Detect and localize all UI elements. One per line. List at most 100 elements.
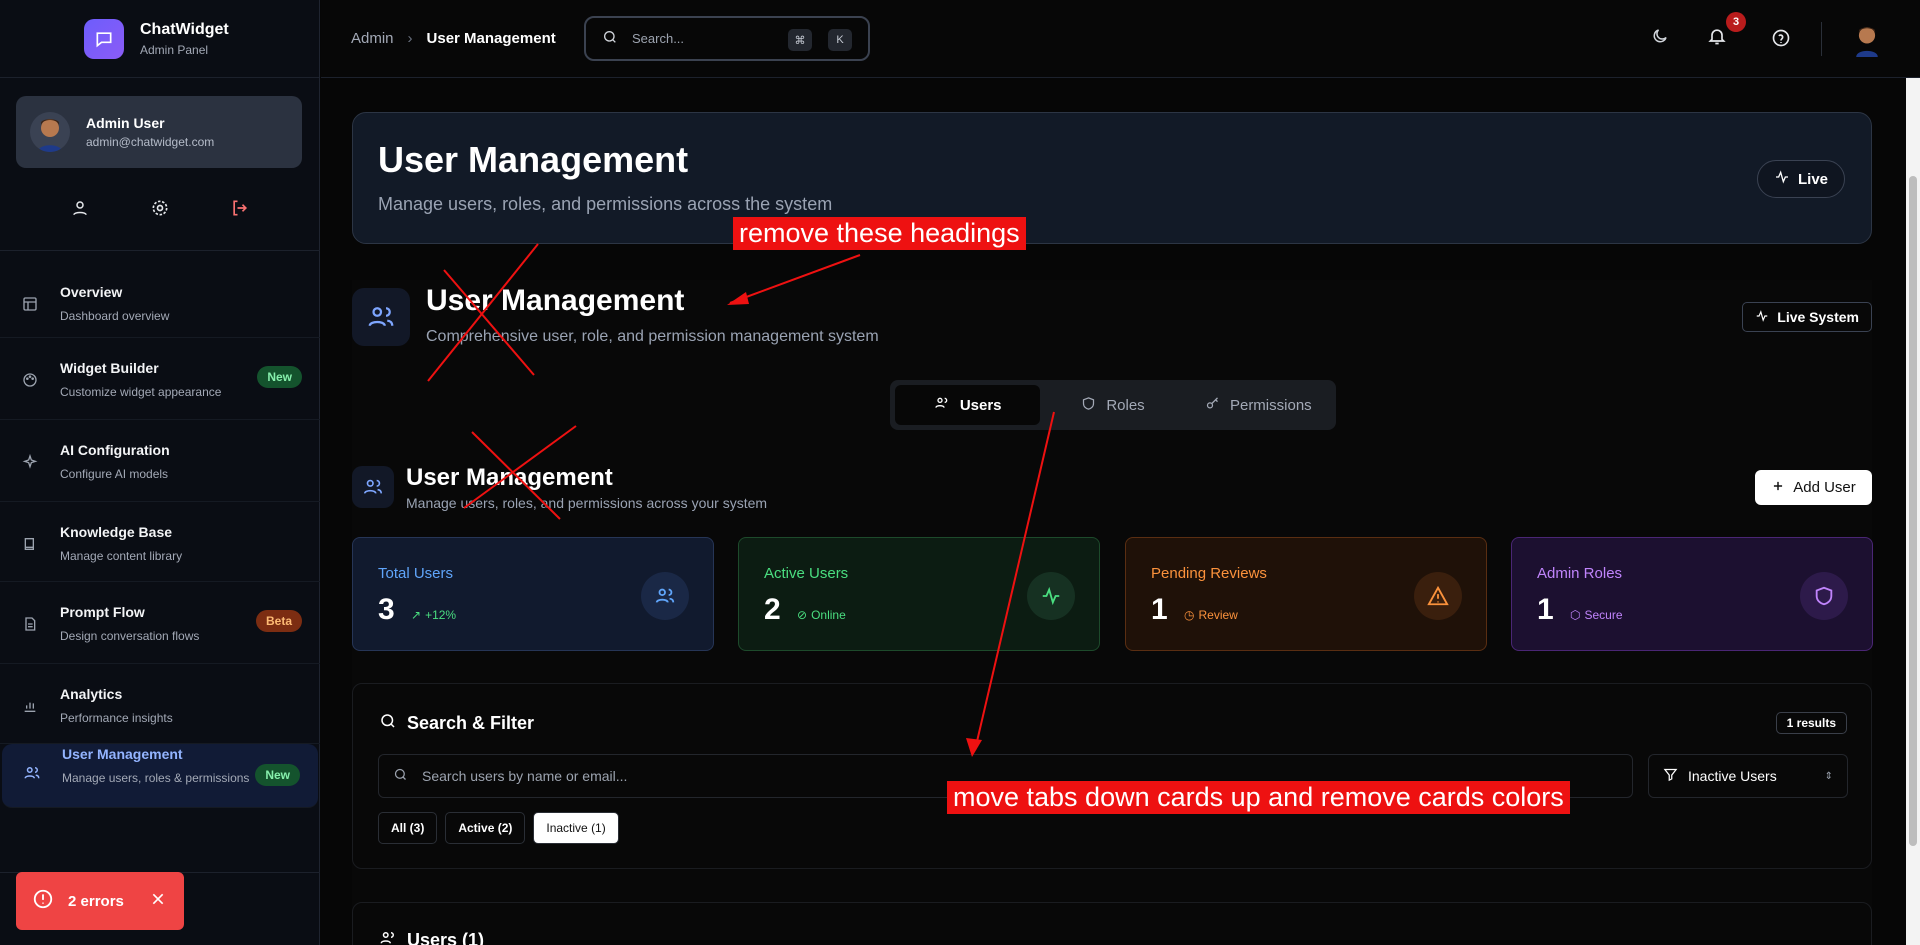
- notification-badge: 3: [1726, 12, 1746, 32]
- error-toast[interactable]: 2 errors: [16, 872, 184, 930]
- gear-icon[interactable]: [148, 196, 172, 220]
- nav-desc: Performance insights: [60, 711, 173, 725]
- chip-inactive[interactable]: Inactive (1): [533, 812, 619, 844]
- user-card[interactable]: Admin User admin@chatwidget.com: [16, 96, 302, 168]
- topbar: Admin › User Management Search... ⌘ K: [321, 0, 1920, 78]
- stat-sub: ⊘ Online: [797, 608, 846, 622]
- users-icon: [641, 572, 689, 620]
- add-user-button[interactable]: Add User: [1755, 470, 1872, 505]
- nav-title: User Management: [62, 746, 183, 762]
- users-icon: [22, 764, 42, 807]
- results-count: 1 results: [1775, 712, 1847, 734]
- tab-label: Users: [959, 396, 1002, 414]
- brand[interactable]: ChatWidget Admin Panel: [0, 0, 319, 78]
- search-placeholder: Search...: [632, 31, 685, 46]
- status-select[interactable]: Inactive Users ⇕: [1648, 754, 1848, 798]
- alert-circle-icon: [32, 888, 54, 914]
- avatar[interactable]: [1849, 20, 1885, 63]
- kbd-k: K: [828, 29, 852, 51]
- sidebar-item-user-management[interactable]: User Management Manage users, roles & per…: [2, 744, 318, 808]
- global-search[interactable]: Search... ⌘ K: [584, 16, 870, 61]
- palette-icon: [20, 372, 40, 419]
- live-label: Live: [1797, 170, 1828, 188]
- sidebar-item-knowledge-base[interactable]: Knowledge Base Manage content library: [0, 502, 320, 582]
- user-name: Admin User: [86, 115, 165, 131]
- shield-icon: ⬡: [1570, 608, 1581, 622]
- live-system-button[interactable]: Live System: [1742, 302, 1872, 332]
- search-icon: [379, 712, 397, 735]
- trending-up-icon: ↗: [411, 608, 422, 622]
- divider: [1821, 22, 1822, 56]
- page-subtitle: Manage users, roles, and permissions acr…: [378, 194, 833, 214]
- new-badge: New: [255, 764, 300, 786]
- users-icon: [352, 466, 394, 508]
- um-subtitle: Manage users, roles, and permissions acr…: [406, 495, 768, 511]
- breadcrumb-admin[interactable]: Admin: [351, 30, 394, 47]
- nav-desc: Dashboard overview: [60, 309, 170, 323]
- beta-badge: Beta: [255, 610, 302, 632]
- users-title-text: Users (1): [407, 930, 485, 945]
- chip-active[interactable]: Active (2): [445, 812, 526, 844]
- bell-icon[interactable]: [1707, 26, 1727, 51]
- stat-sub: ◷ Review: [1184, 608, 1238, 622]
- sparkles-icon: [20, 454, 40, 501]
- sidebar-item-overview[interactable]: Overview Dashboard overview: [0, 262, 320, 338]
- annotation-remove-headings: remove these headings: [733, 217, 1026, 250]
- user-email: admin@chatwidget.com: [86, 135, 215, 149]
- filter-icon: [1663, 767, 1678, 785]
- logout-icon[interactable]: [228, 196, 252, 220]
- new-badge: New: [257, 366, 302, 388]
- stat-label: Admin Roles: [1537, 565, 1623, 582]
- filter-chips: All (3) Active (2) Inactive (1): [378, 812, 619, 844]
- moon-icon[interactable]: [1651, 27, 1669, 50]
- um-title: User Management: [406, 464, 613, 491]
- nav-title: Analytics: [60, 686, 123, 702]
- stat-value: 2: [764, 593, 781, 626]
- stat-sub: ⬡ Secure: [1570, 608, 1623, 622]
- scrollbar-thumb[interactable]: [1909, 176, 1917, 846]
- users-icon: [379, 929, 397, 945]
- stat-card-pending-reviews: Pending Reviews 1 ◷ Review: [1125, 537, 1487, 651]
- key-icon: [1205, 396, 1220, 415]
- live-button[interactable]: Live: [1756, 160, 1845, 198]
- help-icon[interactable]: [1771, 28, 1791, 53]
- tab-roles[interactable]: Roles: [1040, 385, 1185, 425]
- sidebar-item-analytics[interactable]: Analytics Performance insights: [0, 664, 320, 744]
- scrollbar[interactable]: [1906, 78, 1920, 945]
- profile-icon[interactable]: [68, 196, 92, 220]
- sidebar-item-ai-configuration[interactable]: AI Configuration Configure AI models: [0, 420, 320, 502]
- tabs: Users Roles Permissions: [890, 380, 1336, 430]
- section-title: User Management: [426, 284, 685, 317]
- sidebar-item-widget-builder[interactable]: Widget Builder Customize widget appearanc…: [0, 338, 320, 420]
- tab-permissions[interactable]: Permissions: [1186, 385, 1331, 425]
- layout-icon: [20, 296, 40, 337]
- stat-value: 3: [378, 593, 395, 626]
- sidebar-item-prompt-flow[interactable]: Prompt Flow Design conversation flows Bet…: [0, 582, 320, 664]
- chip-all[interactable]: All (3): [378, 812, 438, 844]
- hero-header: User Management Manage users, roles, and…: [352, 112, 1872, 244]
- shield-icon: [1081, 396, 1096, 415]
- stat-label: Pending Reviews: [1151, 565, 1267, 582]
- nav-desc: Manage users, roles & permissions: [62, 771, 250, 785]
- file-text-icon: [20, 616, 40, 663]
- stat-label: Total Users: [378, 565, 454, 582]
- nav-title: Knowledge Base: [60, 524, 173, 540]
- users-icon: [934, 395, 950, 415]
- avatar: [30, 112, 70, 152]
- annotation-move-tabs: move tabs down cards up and remove cards…: [947, 781, 1570, 814]
- nav-desc: Customize widget appearance: [60, 385, 222, 399]
- activity-icon: [1755, 309, 1769, 326]
- check-circle-icon: ⊘: [797, 608, 808, 622]
- stat-value: 1: [1537, 593, 1554, 626]
- chat-logo-icon: [84, 19, 124, 59]
- stat-sub: ↗ +12%: [411, 608, 456, 622]
- nav-title: Overview: [60, 284, 123, 300]
- close-icon[interactable]: [150, 891, 166, 911]
- breadcrumb-current: User Management: [426, 30, 556, 47]
- tab-label: Roles: [1106, 396, 1145, 414]
- tab-users[interactable]: Users: [895, 385, 1041, 425]
- nav-title: AI Configuration: [60, 442, 170, 458]
- search-filter-panel: Search & Filter 1 results Search users b…: [352, 683, 1872, 869]
- tab-label: Permissions: [1229, 396, 1312, 414]
- chevron-up-down-icon: ⇕: [1824, 770, 1833, 782]
